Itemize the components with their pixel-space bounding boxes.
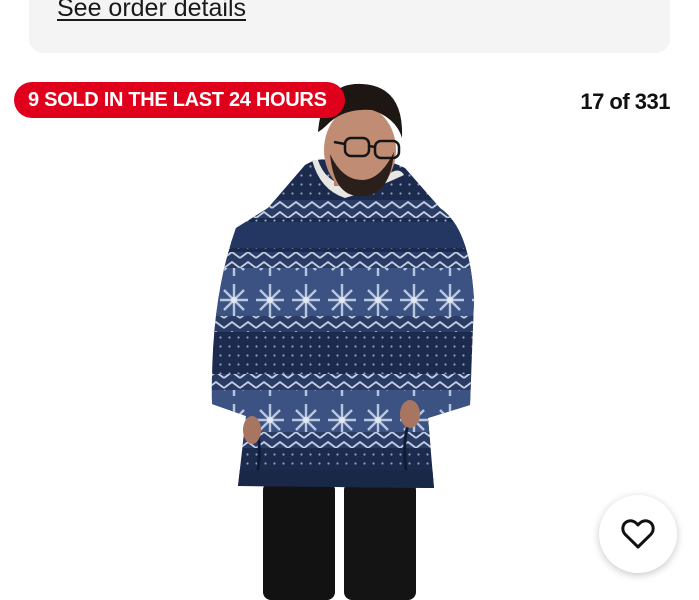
- image-counter: 17 of 331: [580, 89, 670, 114]
- order-summary-card: See order details: [29, 0, 670, 53]
- heart-outline-icon: [621, 519, 655, 549]
- sold-count-badge: 9 SOLD IN THE LAST 24 HOURS: [14, 82, 345, 118]
- see-order-details-link[interactable]: See order details: [57, 0, 246, 23]
- listing-page: See order details 9 SOLD IN THE LAST 24 …: [0, 0, 699, 600]
- add-to-watchlist-button[interactable]: [599, 495, 677, 573]
- product-image[interactable]: [0, 60, 699, 600]
